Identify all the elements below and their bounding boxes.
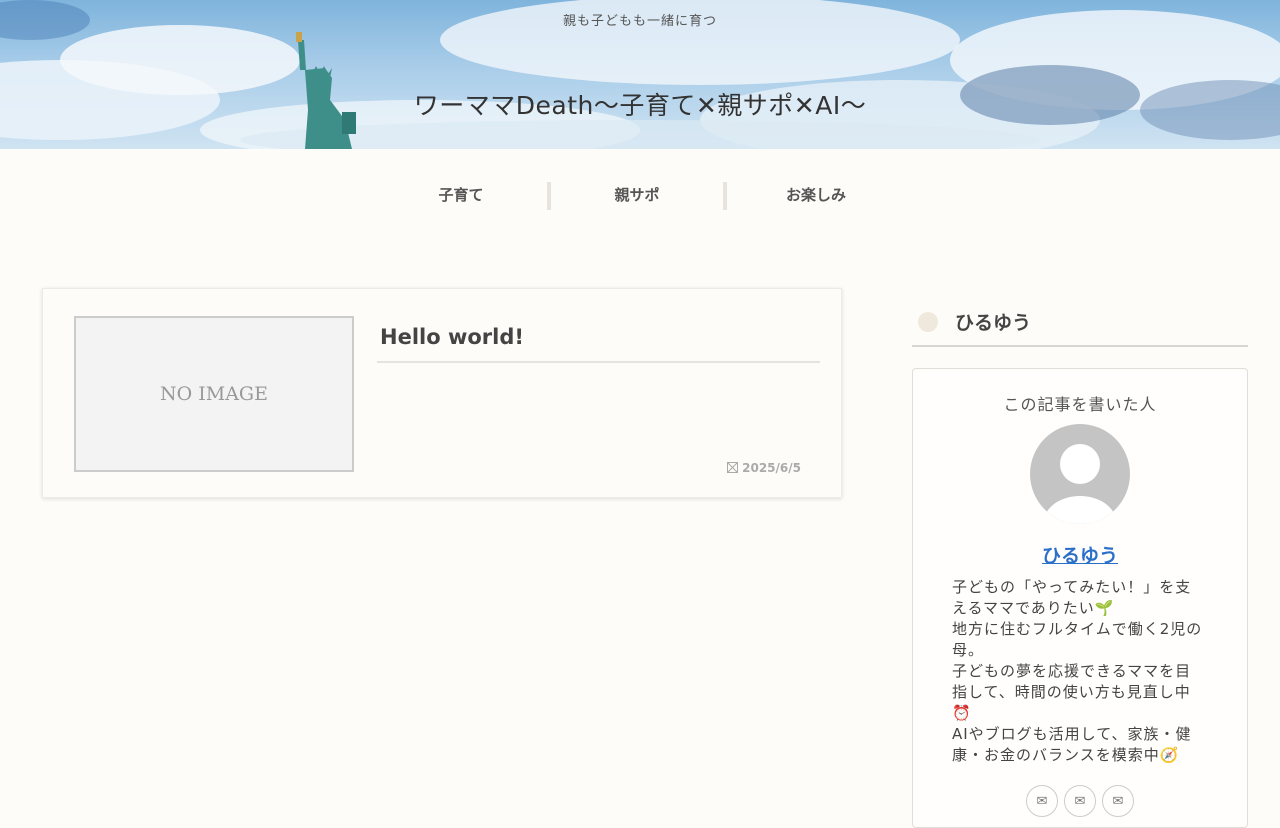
- avatar[interactable]: [1030, 424, 1130, 524]
- author-bio: 子どもの「やってみたい！」を支 えるママでありたい🌱 地方に住むフルタイムで働く…: [952, 577, 1212, 766]
- profile-caption: この記事を書いた人: [1003, 395, 1157, 414]
- thumbnail-placeholder-text: NO IMAGE: [160, 383, 268, 405]
- nav-item-kosodate[interactable]: 子育て: [401, 183, 521, 211]
- bio-line: 子どもの「やってみたい！」を支: [952, 578, 1192, 596]
- post-title[interactable]: Hello world!: [380, 325, 524, 349]
- social-link-2[interactable]: ✉: [1064, 785, 1096, 817]
- author-profile-box: この記事を書いた人 ひるゆう 子どもの「やってみたい！」を支 えるママでありたい…: [912, 368, 1248, 828]
- nav-item-oyasapo[interactable]: 親サポ: [577, 183, 697, 211]
- bio-line: えるママでありたい🌱: [952, 599, 1115, 617]
- post-thumbnail[interactable]: NO IMAGE: [74, 316, 354, 472]
- mail-icon: ✉: [1074, 794, 1086, 809]
- social-link-1[interactable]: ✉: [1026, 785, 1058, 817]
- bio-line: 康・お金のバランスを模索中🧭: [952, 746, 1180, 764]
- sidebar-widget-heading: ひるゆう: [912, 305, 1248, 347]
- bio-line: 指して、時間の使い方も見直し中: [952, 683, 1191, 701]
- bio-line: 母。: [952, 641, 985, 659]
- bio-line: 地方に住むフルタイムで働く2児の: [952, 620, 1203, 638]
- sidebar-heading-text: ひるゆう: [955, 312, 1032, 334]
- bio-line: AIやブログも活用して、家族・健: [952, 725, 1192, 743]
- post-date: 2025/6/5: [726, 461, 801, 475]
- post-title-divider: [377, 361, 820, 363]
- mail-icon: ✉: [1112, 794, 1124, 809]
- nav-divider: [547, 182, 551, 210]
- calendar-icon: [726, 462, 738, 473]
- site-tagline: 親も子どもも一緒に育つ: [562, 14, 717, 29]
- bio-line: ⏰: [952, 704, 972, 722]
- site-header: 親も子どもも一緒に育つ ワーママDeath〜子育て✕親サポ✕AI〜: [0, 0, 1280, 149]
- author-name-link[interactable]: ひるゆう: [913, 541, 1247, 568]
- mail-icon: ✉: [1036, 794, 1048, 809]
- social-link-3[interactable]: ✉: [1102, 785, 1134, 817]
- post-date-text: 2025/6/5: [742, 461, 801, 475]
- post-card[interactable]: NO IMAGE Hello world! 2025/6/5: [42, 288, 842, 498]
- global-nav: 子育て 親サポ お楽しみ: [0, 149, 1280, 244]
- nav-divider: [723, 182, 727, 210]
- site-title[interactable]: ワーママDeath〜子育て✕親サポ✕AI〜: [0, 86, 1280, 122]
- heading-dot-icon: [918, 312, 938, 332]
- nav-item-otanoshimi[interactable]: お楽しみ: [756, 183, 876, 211]
- bio-line: 子どもの夢を応援できるママを目: [952, 662, 1192, 680]
